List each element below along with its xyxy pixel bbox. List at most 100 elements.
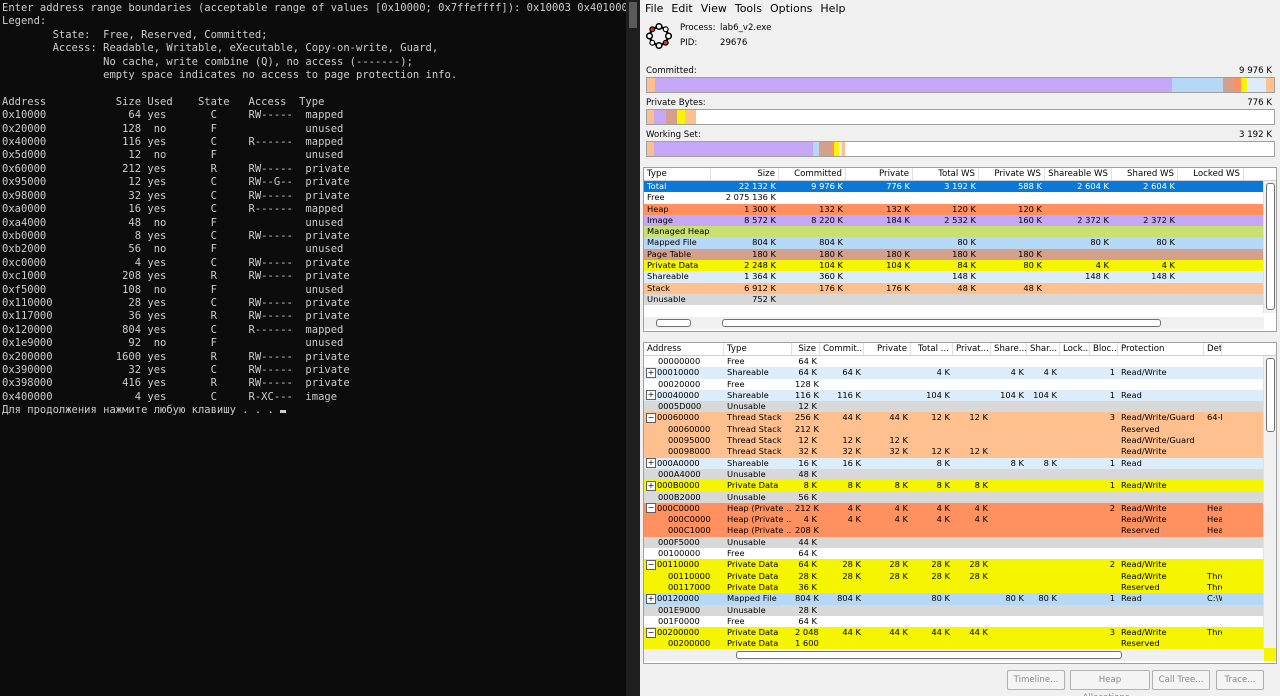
graph-bar — [646, 109, 1275, 125]
details-row[interactable]: 001F0000 Free 64 K — [644, 615, 1276, 628]
summary-row[interactable]: Stack 6 912 K 176 K 176 K 48 K 48 K — [644, 282, 1276, 294]
details-cell — [820, 525, 864, 536]
summary-row[interactable]: Image 8 572 K 8 220 K 184 K 2 532 K 160 K 2 37… — [644, 214, 1276, 227]
expand-icon[interactable]: + — [646, 367, 656, 378]
summary-cell: Heap — [647, 203, 669, 214]
details-col-header[interactable]: Protection — [1118, 343, 1204, 355]
summary-hscroll[interactable] — [644, 317, 1264, 329]
details-cell — [991, 514, 1027, 525]
expand-icon[interactable]: + — [646, 458, 656, 469]
summary-row[interactable]: Heap 1 300 K 132 K 132 K 120 K 120 K — [644, 203, 1276, 215]
details-cell: 8 K — [894, 480, 908, 491]
summary-col-header[interactable]: Locked WS — [1178, 168, 1244, 180]
heap-allocations-button[interactable]: Heap Allocations... — [1070, 670, 1150, 696]
collapse-icon[interactable]: − — [646, 559, 656, 570]
details-col-header[interactable]: Lock... — [1060, 343, 1090, 355]
expand-icon[interactable]: + — [646, 390, 656, 401]
summary-row[interactable]: Free 2 075 136 K — [644, 192, 1276, 204]
menu-edit[interactable]: Edit — [668, 0, 697, 17]
expand-icon[interactable]: + — [646, 593, 656, 604]
collapse-icon[interactable]: − — [646, 627, 656, 638]
details-row[interactable]: −00110000 Private Data 64 K 28 K 28 K 28 K 28 … — [644, 559, 1276, 571]
details-col-header[interactable]: Type — [724, 343, 792, 355]
details-row[interactable]: 00110000 Private Data 28 K 28 K 28 K 28 K 28 K… — [644, 570, 1276, 582]
details-row[interactable]: +000A0000 Shareable 16 K 16 K8 K8 K8 K 1 Read — [644, 457, 1276, 469]
summary-col-header[interactable]: Shareable WS — [1045, 168, 1112, 180]
trace-button[interactable]: Trace... — [1216, 670, 1264, 690]
details-row[interactable]: −00200000Private Data2 048 K44 K44 K44 K… — [644, 627, 1276, 639]
details-col-header[interactable]: Shar... — [1027, 343, 1060, 355]
details-address: 00120000 — [657, 593, 700, 604]
details-row[interactable]: −00060000 Thread Stack 256 K 44 K 44 K 12 K 12… — [644, 412, 1276, 424]
summary-col-header[interactable]: Total WS — [913, 168, 979, 180]
details-col-header[interactable]: Total ... — [911, 343, 953, 355]
summary-row[interactable]: Private Data 2 248 K 104 K 104 K 84 K 80 K 4 K… — [644, 260, 1276, 272]
details-row[interactable]: 00098000 Thread Stack 32 K 32 K 32 K 12 K 12 K… — [644, 446, 1276, 458]
details-row[interactable]: 000F5000 Unusable 44 K — [644, 536, 1276, 549]
menu-view[interactable]: View — [698, 0, 732, 17]
details-cell: 00060000 — [644, 424, 724, 435]
details-row[interactable]: 00000000 Free 64 K — [644, 356, 1276, 368]
details-row[interactable]: +00010000 Shareable 64 K 64 K4 K4 K4 K 1 Read… — [644, 367, 1276, 379]
details-row[interactable]: 00060000 Thread Stack 212 K Reserved — [644, 423, 1276, 436]
details-row[interactable]: 0005D000 Unusable 12 K — [644, 401, 1276, 413]
details-row[interactable]: +000B0000 Private Data 8 K8 K8 K8 K8 K 1 Rea… — [644, 480, 1276, 492]
details-row[interactable]: +00120000 Mapped File 804 K 804 K 80 K 80 K 80… — [644, 593, 1276, 605]
details-col-header[interactable]: Address — [644, 343, 724, 355]
details-vscroll[interactable] — [1263, 356, 1276, 648]
menu-file[interactable]: File — [642, 0, 668, 17]
timeline-button[interactable]: Timeline... — [1007, 670, 1065, 690]
summary-row[interactable]: Unusable 752 K — [644, 293, 1276, 306]
details-col-header[interactable]: Privat... — [953, 343, 991, 355]
details-row[interactable]: 000B2000 Unusable 56 K — [644, 491, 1276, 503]
summary-col-header[interactable]: Size — [711, 168, 779, 180]
details-col-header[interactable]: Commit... — [820, 343, 864, 355]
details-row[interactable]: 000C1000 Heap (Private ... 208 K Reserved He… — [644, 525, 1276, 537]
summary-col-header[interactable]: Private WS — [979, 168, 1045, 180]
details-cell: 8 K — [803, 480, 817, 491]
summary-row[interactable]: Total 22 132 K 9 976 K 776 K 3 192 K 588 K 2 6… — [644, 181, 1276, 193]
details-row[interactable]: 00100000 Free 64 K — [644, 548, 1276, 560]
summary-col-header[interactable]: Type — [644, 168, 711, 180]
details-col-header[interactable]: Det — [1204, 343, 1222, 355]
summary-row[interactable]: Page Table 180 K 180 K 180 K 180 K 180 K — [644, 248, 1276, 261]
details-row[interactable]: 000A4000 Unusable 48 K — [644, 468, 1276, 481]
summary-col-header[interactable]: Committed — [779, 168, 846, 180]
details-cell — [991, 379, 1027, 390]
summary-col-header[interactable]: Shared WS — [1112, 168, 1178, 180]
console-scrollbar[interactable] — [626, 0, 640, 696]
details-row[interactable]: −000C0000 Heap (Private ... 212 K4 K4 K4 K… — [644, 502, 1276, 515]
details-hscroll[interactable] — [644, 649, 1264, 661]
details-col-header[interactable]: Size — [792, 343, 820, 355]
console-window[interactable]: Enter address range boundaries (acceptab… — [0, 0, 626, 696]
graph-segment — [819, 142, 831, 156]
details-cell — [953, 401, 991, 412]
details-row[interactable]: 00095000 Thread Stack 12 K 12 K 12 K Read/Wri… — [644, 435, 1276, 447]
details-col-header[interactable]: Private — [864, 343, 911, 355]
details-cell — [1060, 446, 1090, 457]
details-cell — [864, 525, 911, 536]
summary-row[interactable]: Shareable 1 364 K 360 K 148 K 148 K 148 K — [644, 271, 1276, 283]
summary-vscroll[interactable] — [1263, 181, 1276, 313]
details-row[interactable]: 000C0000 Heap (Private ... 4 K 4 K 4 K 4 K 4 K… — [644, 514, 1276, 526]
details-cell: +000A0000 — [644, 458, 724, 469]
details-col-header[interactable]: Share... — [991, 343, 1027, 355]
details-row[interactable]: 00020000 Free 128 K — [644, 378, 1276, 390]
collapse-icon[interactable]: − — [646, 412, 656, 423]
summary-row[interactable]: Mapped File 804 K 804 K 80 K 80 K 80 K — [644, 237, 1276, 249]
details-row[interactable]: 00117000 Private Data 36 K Reserved Thre — [644, 581, 1276, 594]
collapse-icon[interactable]: − — [646, 503, 656, 514]
details-row[interactable]: 001E9000 Unusable 28 K — [644, 604, 1276, 616]
details-cell: 28 K — [842, 559, 861, 570]
summary-row[interactable]: Managed Heap — [644, 226, 1276, 238]
console-scroll-thumb[interactable] — [629, 2, 637, 28]
summary-col-header[interactable]: Private — [846, 168, 913, 180]
menu-options[interactable]: Options — [767, 0, 817, 17]
expand-icon[interactable]: + — [646, 480, 656, 491]
details-col-header[interactable]: Bloc... — [1090, 343, 1118, 355]
menu-tools[interactable]: Tools — [732, 0, 767, 17]
menu-help[interactable]: Help — [817, 0, 850, 17]
console-line: 0x117000 36 yes R RW----- private — [2, 310, 350, 323]
call-tree-button[interactable]: Call Tree... — [1152, 670, 1210, 690]
details-row[interactable]: +00040000 Shareable 116 K 116 K 104 K 104 K 10… — [644, 389, 1276, 402]
